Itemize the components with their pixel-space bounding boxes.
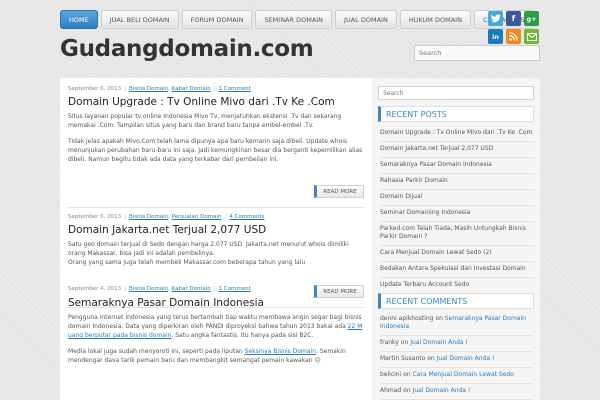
excerpt-text: Pengguna internet Indonesia yang terus b… — [68, 314, 362, 330]
read-more-button[interactable]: READ MORE — [314, 185, 364, 198]
post: September 6, 2013 | Bisnis Domain, Kabar D… — [68, 86, 364, 164]
recent-posts-heading: RECENT POSTS — [378, 106, 534, 122]
recent-comment: Ahmad on Jual Domain Anda ! — [380, 384, 534, 400]
nav-jual-beli-domain[interactable]: JUAL BELI DOMAIN — [100, 10, 179, 29]
googleplus-icon[interactable]: g+ — [524, 11, 539, 26]
comment-post-link[interactable]: Jual Domain Anda ! — [410, 339, 468, 346]
comment-post-link[interactable]: Cara Menjual Domain Lewat Sedo — [413, 371, 514, 378]
facebook-icon[interactable]: f — [506, 11, 521, 26]
recent-comment: denni apikhosting on Semaraknya Pasar Do… — [380, 312, 534, 336]
excerpt-text: Media lokal juga sudah menyoroti ini, se… — [68, 348, 245, 355]
post-meta: September 4, 2013 | Bisnis Domain, Kabar D… — [68, 286, 251, 292]
post-date: September 5, 2013 — [68, 214, 122, 220]
recent-comment: Martin Susanto on Jual Domain Anda ! — [380, 352, 534, 368]
post-title[interactable]: Domain Upgrade : Tv Online Mivo dari .Tv… — [68, 96, 364, 108]
recent-post-link[interactable]: Domain Jakarta.net Terjual 2,077 USD — [380, 142, 534, 158]
recent-post-link[interactable]: Bedakan Antara Spekulasi dan Investasi D… — [380, 262, 534, 278]
excerpt-text: . Satu angka fantastis. Itu hanya pada s… — [171, 332, 314, 339]
comments-link[interactable]: 1 Comment — [219, 86, 251, 92]
comment-on-text: on — [400, 339, 409, 346]
linkedin-icon[interactable]: in — [488, 29, 503, 44]
comment-on-text: on — [427, 355, 435, 362]
post-meta: September 5, 2013 | Bisnis Domain, Penjual… — [68, 214, 265, 220]
recent-post-link[interactable]: Update Terbaru Account Sedo — [380, 278, 534, 294]
comment-author[interactable]: franky — [380, 339, 399, 346]
recent-post-link[interactable]: Domain Upgrade : Tv Online Mivo dari .Tv… — [380, 126, 534, 142]
comment-author[interactable]: Ahmad — [380, 387, 401, 394]
recent-post-link[interactable]: Domain Dijual — [380, 190, 534, 206]
recent-post-link[interactable]: Semaraknya Pasar Domain Indonesia — [380, 158, 534, 174]
post-excerpt: Orang yang sama juga telah membeli Makas… — [68, 259, 306, 266]
social-icons: f g+ in — [485, 11, 539, 44]
category-link[interactable]: Kabar Domain — [172, 86, 211, 92]
header-search-input[interactable] — [414, 45, 540, 61]
comment-author[interactable]: belicini — [380, 371, 401, 378]
recent-post-link[interactable]: Rahasia Parkir Domain — [380, 174, 534, 190]
post-excerpt: Satu geo domain terjual di Sedo dengan h… — [68, 241, 349, 257]
category-link[interactable]: Bisnis Domain — [129, 214, 168, 220]
post-date: September 4, 2013 — [68, 286, 122, 292]
rss-icon[interactable] — [506, 29, 521, 44]
post-excerpt: Situs layanan popular tv online Indonesi… — [68, 113, 342, 129]
comment-post-link[interactable]: Jual Domain Anda ! — [413, 387, 471, 394]
post-title[interactable]: Semaraknya Pasar Domain Indonesia — [68, 297, 364, 309]
recent-comments-heading: RECENT COMMENTS — [378, 293, 534, 309]
twitter-icon[interactable] — [488, 11, 503, 26]
top-bar: HOME JUAL BELI DOMAIN FORUM DOMAIN SEMIN… — [0, 0, 600, 44]
recent-comments-list: denni apikhosting on Semaraknya Pasar Do… — [380, 312, 534, 400]
site-title[interactable]: Gudangdomain.com — [60, 36, 314, 62]
comment-on-text: on — [435, 315, 443, 322]
post: September 5, 2013 | Bisnis Domain, Penjual… — [68, 214, 364, 267]
inline-link[interactable]: Seksinya Bisnis Domain — [245, 348, 316, 355]
comment-author[interactable]: denni apikhosting — [380, 315, 434, 322]
comment-post-link[interactable]: Jual Domain Anda ! — [437, 355, 495, 362]
recent-posts-list: Domain Upgrade : Tv Online Mivo dari .Tv… — [380, 126, 534, 294]
mail-icon[interactable] — [524, 29, 539, 44]
post: September 4, 2013 | Bisnis Domain, Kabar D… — [68, 286, 364, 292]
main-nav: HOME JUAL BELI DOMAIN FORUM DOMAIN SEMIN… — [60, 10, 534, 29]
comment-on-text: on — [403, 371, 411, 378]
post-meta: September 6, 2013 | Bisnis Domain, Kabar D… — [68, 86, 251, 92]
post-date: September 6, 2013 — [68, 86, 122, 92]
post-excerpt: Tidak jelas apakah Mivo.Com telah lama d… — [68, 138, 363, 163]
nav-forum-domain[interactable]: FORUM DOMAIN — [181, 10, 253, 29]
recent-post-link[interactable]: Seminar Domaining Indonesia — [380, 206, 534, 222]
post-excerpt: Media lokal juga sudah menyoroti ini, se… — [68, 347, 364, 365]
category-link[interactable]: Bisnis Domain — [129, 286, 168, 292]
comments-link[interactable]: 4 Comments — [229, 214, 264, 220]
nav-home[interactable]: HOME — [60, 10, 98, 29]
sidebar: RECENT POSTS Domain Upgrade : Tv Online … — [372, 78, 540, 400]
post-excerpt: Pengguna internet Indonesia yang terus b… — [68, 313, 364, 340]
nav-seminar-domain[interactable]: SEMINAR DOMAIN — [255, 10, 333, 29]
sidebar-search-input[interactable] — [378, 86, 534, 100]
nav-hukum-domain[interactable]: HUKUM DOMAIN — [399, 10, 471, 29]
post-divider — [68, 207, 364, 208]
category-link[interactable]: Bisnis Domain — [129, 86, 168, 92]
category-link[interactable]: Penjualan Domain — [172, 214, 222, 220]
category-link[interactable]: Kabar Domain — [172, 286, 211, 292]
recent-comment: belicini on Cara Menjual Domain Lewat Se… — [380, 368, 534, 384]
post-3-body: Semaraknya Pasar Domain Indonesia Penggu… — [68, 297, 364, 365]
recent-post-link[interactable]: Parked.com Telah Tiada, Masih Untungkah … — [380, 222, 534, 246]
comment-author[interactable]: Martin Susanto — [380, 355, 425, 362]
nav-jual-domain[interactable]: JUAL DOMAIN — [335, 10, 397, 29]
comments-link[interactable]: 1 Comment — [219, 286, 251, 292]
recent-comment: franky on Jual Domain Anda ! — [380, 336, 534, 352]
comment-on-text: on — [403, 387, 411, 394]
recent-post-link[interactable]: Cara Menjual Domain Lewat Sedo (2) — [380, 246, 534, 262]
post-title[interactable]: Domain Jakarta.net Terjual 2,077 USD — [68, 224, 364, 236]
